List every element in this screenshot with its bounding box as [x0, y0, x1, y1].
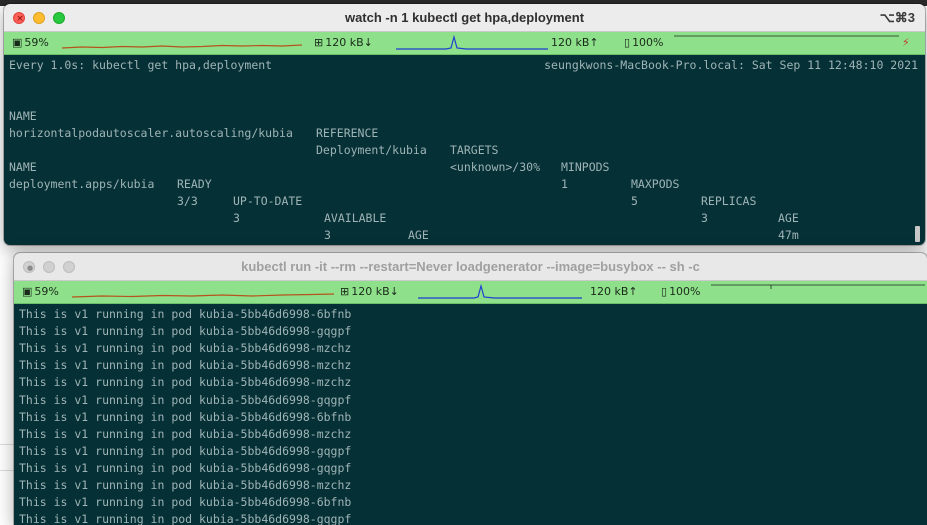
net-up-status: 120 kB↑	[590, 281, 638, 303]
battery-icon: ▯	[661, 285, 668, 298]
scrollbar-thumb[interactable]	[915, 226, 920, 242]
battery-graph	[674, 35, 899, 37]
hpa-col-age: AGE	[778, 211, 799, 225]
net-down-value: 120 kB↓	[351, 285, 399, 298]
cpu-icon: ▣	[12, 36, 23, 49]
deploy-uptodate: 3	[233, 211, 240, 225]
watch-host-time: seungkwons-MacBook-Pro.local: Sat Sep 11…	[544, 58, 918, 72]
hpa-maxpods: 5	[631, 194, 638, 208]
net-up-value: 120 kB↑	[590, 285, 638, 298]
network-icon: ⊞	[340, 285, 350, 298]
cpu-status: ▣ 59%	[22, 281, 59, 303]
hpa-col-reference: REFERENCE	[316, 126, 379, 140]
net-down-value: 120 kB↓	[325, 36, 373, 49]
list-item: This is v1 running in pod kubia-5bb46d69…	[19, 409, 352, 424]
table-row: deployment.apps/kubia 3/3 3 3 49m	[9, 159, 909, 242]
deploy-col-ready: READY	[177, 177, 212, 191]
status-bar: ▣ 59% ⊞ 120 kB↓ 120 kB↑ ▯ 100% ⚡	[4, 32, 925, 55]
list-item: This is v1 running in pod kubia-5bb46d69…	[19, 460, 352, 475]
net-down-status: ⊞ 120 kB↓	[340, 281, 399, 303]
terminal-window-loadgenerator[interactable]: ● kubectl run -it --rm --restart=Never l…	[14, 253, 927, 525]
hpa-table-header: NAME REFERENCE TARGETS MINPODS MAXPODS R…	[9, 91, 909, 225]
battery-graph	[711, 284, 925, 289]
hpa-col-maxpods: MAXPODS	[631, 177, 680, 191]
list-item: This is v1 running in pod kubia-5bb46d69…	[19, 324, 352, 339]
list-item: This is v1 running in pod kubia-5bb46d69…	[19, 392, 352, 407]
terminal-content[interactable]: Every 1.0s: kubectl get hpa,deployment s…	[4, 55, 925, 245]
terminal-window-watch[interactable]: × watch -n 1 kubectl get hpa,deployment …	[4, 4, 925, 245]
background-divider	[0, 470, 14, 471]
list-item: This is v1 running in pod kubia-5bb46d69…	[19, 478, 352, 492]
terminal-content[interactable]: This is v1 running in pod kubia-5bb46d69…	[14, 304, 927, 525]
list-item: This is v1 running in pod kubia-5bb46d69…	[19, 512, 352, 525]
list-item: This is v1 running in pod kubia-5bb46d69…	[19, 341, 352, 356]
background-divider	[0, 444, 14, 445]
list-item: This is v1 running in pod kubia-5bb46d69…	[19, 426, 352, 441]
net-up-status: 120 kB↑	[551, 32, 599, 54]
cpu-graph	[72, 293, 334, 298]
hpa-col-replicas: REPLICAS	[701, 194, 757, 208]
battery-status: ▯ 100%	[661, 281, 701, 303]
status-bar: ▣ 59% ⊞ 120 kB↓ 120 kB↑ ▯ 100%	[14, 281, 927, 304]
battery-status: ▯ 100%	[624, 32, 664, 54]
cpu-icon: ▣	[22, 285, 33, 298]
window-title: kubectl run -it --rm --restart=Never loa…	[241, 259, 700, 274]
deploy-age: 49m	[408, 244, 429, 245]
deploy-col-uptodate: UP-TO-DATE	[233, 194, 303, 208]
watch-header: Every 1.0s: kubectl get hpa,deployment	[9, 58, 273, 72]
battery-value: 100%	[669, 285, 701, 298]
deploy-table-header: NAME READY UP-TO-DATE AVAILABLE AGE	[9, 142, 909, 242]
charging-icon: ⚡	[902, 36, 910, 49]
list-item: This is v1 running in pod kubia-5bb46d69…	[19, 307, 352, 321]
network-icon: ⊞	[314, 36, 324, 49]
hpa-age: 47m	[778, 228, 799, 242]
cpu-status: ▣ 59%	[12, 32, 49, 54]
battery-value: 100%	[632, 36, 664, 49]
deploy-available: 3	[324, 228, 331, 242]
hpa-name: horizontalpodautoscaler.autoscaling/kubi…	[9, 126, 293, 140]
hpa-minpods: 1	[561, 177, 568, 191]
network-graph	[418, 283, 582, 299]
title-bar[interactable]: ● kubectl run -it --rm --restart=Never l…	[14, 253, 927, 281]
window-shortcut: ⌥⌘3	[879, 10, 915, 25]
table-row: horizontalpodautoscaler.autoscaling/kubi…	[9, 108, 909, 242]
list-item: This is v1 running in pod kubia-5bb46d69…	[19, 375, 352, 390]
window-title: watch -n 1 kubectl get hpa,deployment	[344, 10, 585, 25]
battery-icon: ▯	[624, 36, 631, 49]
deploy-col-available: AVAILABLE	[324, 211, 387, 225]
list-item: This is v1 running in pod kubia-5bb46d69…	[19, 495, 352, 510]
cpu-value: 59%	[24, 36, 49, 49]
list-item: This is v1 running in pod kubia-5bb46d69…	[19, 358, 352, 373]
title-bar[interactable]: × watch -n 1 kubectl get hpa,deployment …	[4, 4, 925, 32]
hpa-replicas: 3	[701, 211, 708, 225]
deploy-col-age: AGE	[408, 228, 429, 242]
cpu-value: 59%	[34, 285, 59, 298]
net-up-value: 120 kB↑	[551, 36, 599, 49]
cpu-graph	[62, 44, 302, 49]
deploy-name: deployment.apps/kubia	[9, 177, 155, 191]
deploy-ready: 3/3	[177, 194, 198, 208]
net-down-status: ⊞ 120 kB↓	[314, 32, 373, 54]
list-item: This is v1 running in pod kubia-5bb46d69…	[19, 443, 352, 458]
network-graph	[396, 34, 548, 50]
